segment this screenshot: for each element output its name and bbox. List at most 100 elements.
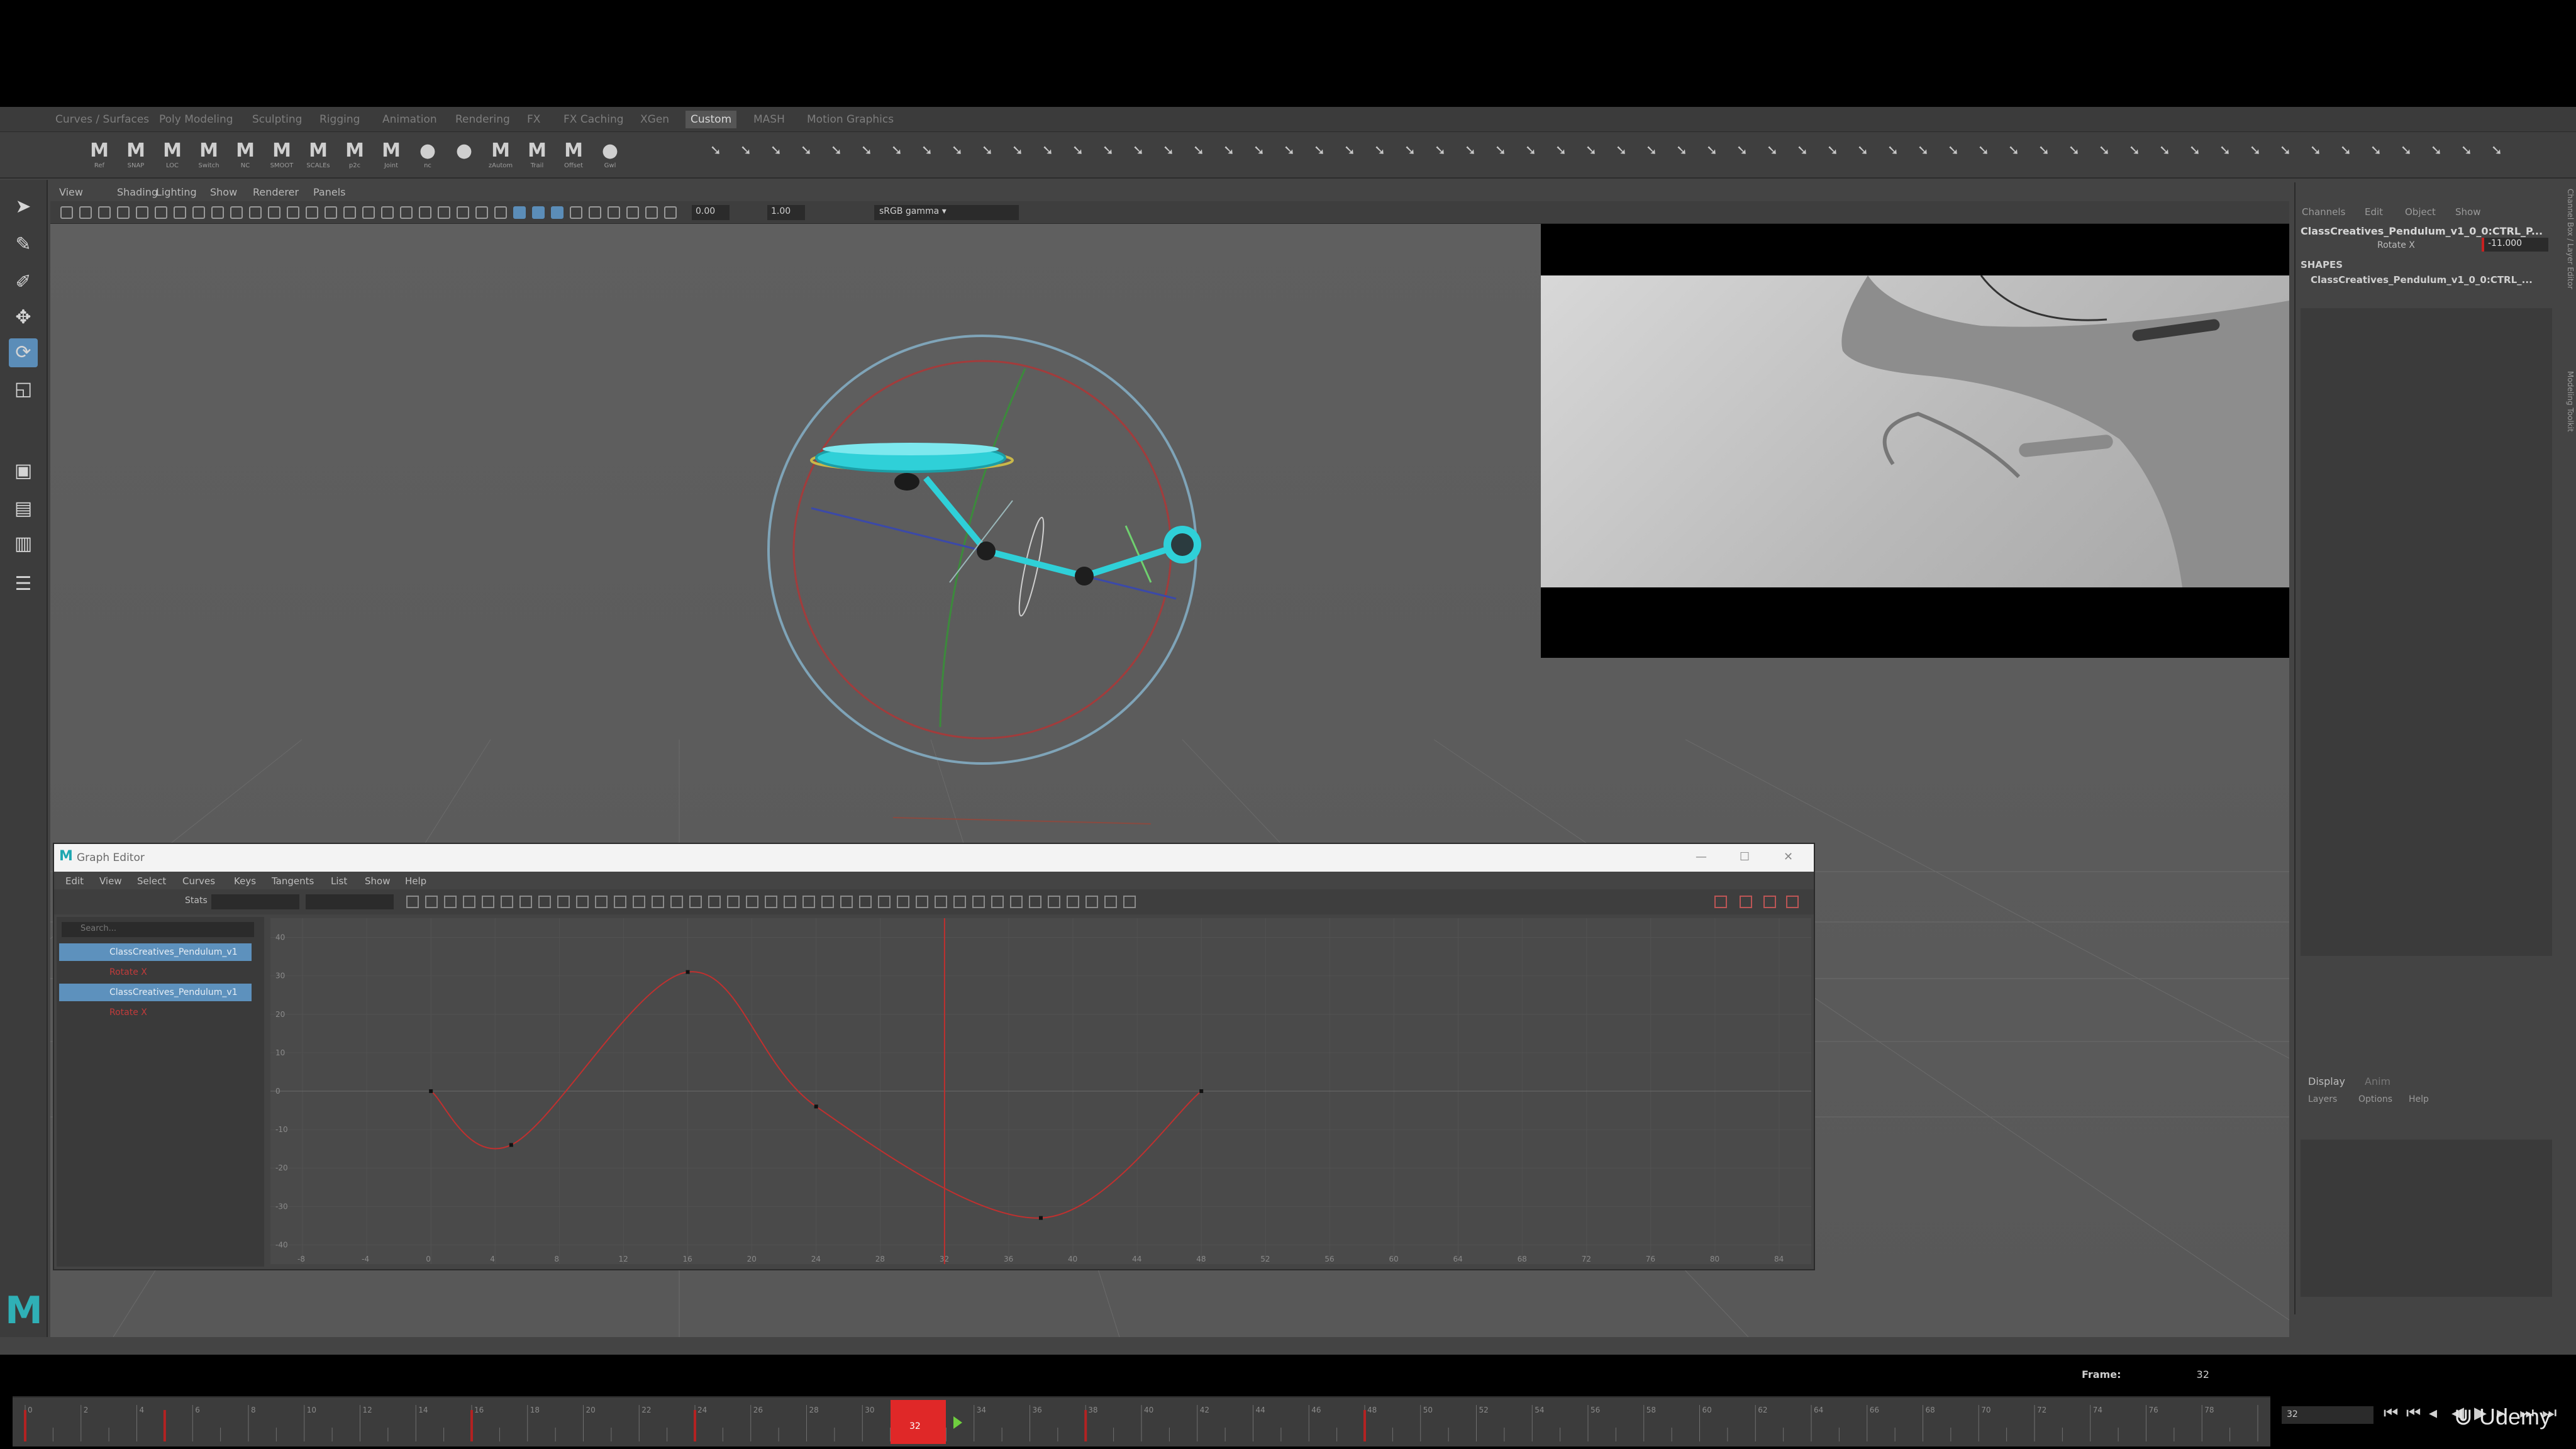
shelf-tab-fx-caching[interactable]: FX Caching xyxy=(558,111,629,128)
shelf-tab-animation[interactable]: Animation xyxy=(377,111,442,128)
shelf-tool-icon[interactable]: ➘ xyxy=(1821,140,1844,175)
shelf-tool-icon[interactable]: ➘ xyxy=(2063,140,2085,175)
step-back-key-icon[interactable]: ⏮ xyxy=(2406,1404,2421,1423)
pendulum-arm[interactable] xyxy=(923,475,1184,580)
paint-icon[interactable]: ✐ xyxy=(9,268,38,297)
rotate-x-label[interactable]: Rotate X xyxy=(2377,240,2415,250)
layer-menu-help[interactable]: Help xyxy=(2409,1094,2429,1104)
viewport-toolbar-icon[interactable] xyxy=(60,206,73,219)
shelf-tool-icon[interactable]: ➘ xyxy=(1248,140,1270,175)
graph-toolbar-icon[interactable] xyxy=(633,896,645,908)
graph-toolbar-icon[interactable] xyxy=(953,896,966,908)
graph-toolbar-icon[interactable] xyxy=(859,896,872,908)
shape-node-name[interactable]: ClassCreatives_Pendulum_v1_0_0:CTRL_... xyxy=(2311,274,2550,286)
shelf-button-switch[interactable]: M Switch xyxy=(194,140,223,175)
graph-menu-tangents[interactable]: Tangents xyxy=(272,875,314,887)
shelf-tool-icon[interactable]: ➘ xyxy=(1067,140,1089,175)
viewport-toolbar-icon[interactable] xyxy=(343,206,356,219)
shelf-tab-poly-modeling[interactable]: Poly Modeling xyxy=(154,111,238,128)
graph-menu-select[interactable]: Select xyxy=(137,875,166,887)
timeline-keyframe[interactable] xyxy=(24,1410,26,1441)
outliner-icon[interactable]: ☰ xyxy=(9,570,38,599)
shelf-button-10[interactable]: ● xyxy=(450,140,479,175)
keyframe-point[interactable] xyxy=(1039,1216,1043,1220)
shelf-tool-icon[interactable]: ➘ xyxy=(795,140,818,175)
graph-toolbar-icon[interactable] xyxy=(463,896,475,908)
viewport-toolbar-icon[interactable] xyxy=(645,206,658,219)
shelf-tool-icon[interactable]: ➘ xyxy=(2395,140,2418,175)
shelf-tool-icon[interactable]: ➘ xyxy=(2153,140,2176,175)
lasso-icon[interactable]: ✎ xyxy=(9,230,38,259)
joint-2[interactable] xyxy=(1075,567,1094,586)
viewport-toolbar-icon[interactable] xyxy=(174,206,186,219)
side-tab-modeling-toolkit[interactable]: Modeling Toolkit xyxy=(2561,371,2575,432)
keyframe-point[interactable] xyxy=(429,1089,433,1093)
keyframe-point[interactable] xyxy=(814,1104,818,1109)
graph-toolbar-icon[interactable] xyxy=(482,896,494,908)
graph-toolbar-icon[interactable] xyxy=(784,896,796,908)
graph-toolbar-icon[interactable] xyxy=(501,896,513,908)
shelf-tool-icon[interactable]: ➘ xyxy=(1459,140,1482,175)
shelf-tool-icon[interactable]: ➘ xyxy=(2033,140,2055,175)
graph-toolbar-icon[interactable] xyxy=(1763,896,1776,908)
layout-two-icon[interactable]: ▥ xyxy=(9,530,38,558)
outliner-curve-row[interactable]: Rotate X xyxy=(59,963,252,981)
shelf-tool-icon[interactable]: ➘ xyxy=(2455,140,2478,175)
viewport-menu-lighting[interactable]: Lighting xyxy=(156,186,197,198)
viewport-toolbar-icon[interactable] xyxy=(362,206,375,219)
shelf-tool-icon[interactable]: ➘ xyxy=(1610,140,1633,175)
layout-four-icon[interactable]: ▤ xyxy=(9,494,38,523)
field-a-input[interactable]: 0.00 xyxy=(692,205,730,220)
shelf-tool-icon[interactable]: ➘ xyxy=(1489,140,1512,175)
layer-tab-anim[interactable]: Anim xyxy=(2365,1075,2390,1087)
layer-menu-layers[interactable]: Layers xyxy=(2308,1094,2337,1104)
viewport-toolbar-icon[interactable] xyxy=(400,206,413,219)
outliner-curve-row[interactable]: Rotate X xyxy=(59,1004,252,1021)
shelf-tool-icon[interactable]: ➘ xyxy=(1640,140,1663,175)
shelf-tool-icon[interactable]: ➘ xyxy=(1580,140,1602,175)
shelf-tool-icon[interactable]: ➘ xyxy=(1187,140,1210,175)
time-slider[interactable]: 0246810121416182022242628303234363840424… xyxy=(13,1396,2270,1446)
graph-menu-edit[interactable]: Edit xyxy=(65,875,84,887)
shelf-tool-icon[interactable]: ➘ xyxy=(2365,140,2387,175)
graph-menu-curves[interactable]: Curves xyxy=(182,875,215,887)
graph-toolbar-icon[interactable] xyxy=(538,896,551,908)
shelf-tab-motion-graphics[interactable]: Motion Graphics xyxy=(802,111,899,128)
graph-menu-show[interactable]: Show xyxy=(365,875,390,887)
viewport-toolbar-icon[interactable] xyxy=(268,206,280,219)
shelf-tool-icon[interactable]: ➘ xyxy=(2425,140,2448,175)
shelf-tool-icon[interactable]: ➘ xyxy=(2244,140,2267,175)
viewport-toolbar-icon[interactable] xyxy=(287,206,299,219)
shelf-tool-icon[interactable]: ➘ xyxy=(1097,140,1119,175)
shelf-tool-icon[interactable]: ➘ xyxy=(1308,140,1331,175)
viewport-toolbar-icon[interactable] xyxy=(249,206,262,219)
select-icon[interactable]: ➤ xyxy=(9,192,38,221)
outliner-search-input[interactable]: Search... xyxy=(62,922,254,937)
graph-toolbar-icon[interactable] xyxy=(1010,896,1023,908)
viewport-toolbar-icon[interactable] xyxy=(664,206,677,219)
rotate-icon[interactable]: ⟳ xyxy=(9,338,38,367)
graph-toolbar-icon[interactable] xyxy=(1048,896,1060,908)
shelf-button-nc[interactable]: M NC xyxy=(231,140,260,175)
curve-graph[interactable]: -8-4048121620242832364044485256606468727… xyxy=(270,918,1811,1264)
shelf-tool-icon[interactable]: ➘ xyxy=(976,140,999,175)
viewport-toolbar-icon[interactable] xyxy=(230,206,243,219)
graph-toolbar-icon[interactable] xyxy=(802,896,815,908)
timeline-keyframe[interactable] xyxy=(1084,1410,1087,1441)
viewport-toolbar-icon[interactable] xyxy=(155,206,167,219)
keyframe-point[interactable] xyxy=(509,1143,513,1147)
viewport-toolbar-icon[interactable] xyxy=(136,206,148,219)
shelf-tool-icon[interactable]: ➘ xyxy=(825,140,848,175)
graph-toolbar-icon[interactable] xyxy=(1123,896,1136,908)
shelf-tool-icon[interactable]: ➘ xyxy=(855,140,878,175)
shelf-button-loc[interactable]: M LOC xyxy=(158,140,187,175)
graph-toolbar-icon[interactable] xyxy=(406,896,419,908)
graph-toolbar-icon[interactable] xyxy=(708,896,721,908)
shelf-tool-icon[interactable]: ➘ xyxy=(2184,140,2206,175)
graph-toolbar-icon[interactable] xyxy=(916,896,928,908)
viewport-toolbar-icon[interactable] xyxy=(475,206,488,219)
keyframe-point[interactable] xyxy=(686,970,690,974)
shelf-tool-icon[interactable]: ➘ xyxy=(1852,140,1874,175)
shelf-tool-icon[interactable]: ➘ xyxy=(765,140,787,175)
color-space-dropdown[interactable]: sRGB gamma ▾ xyxy=(874,205,1019,220)
